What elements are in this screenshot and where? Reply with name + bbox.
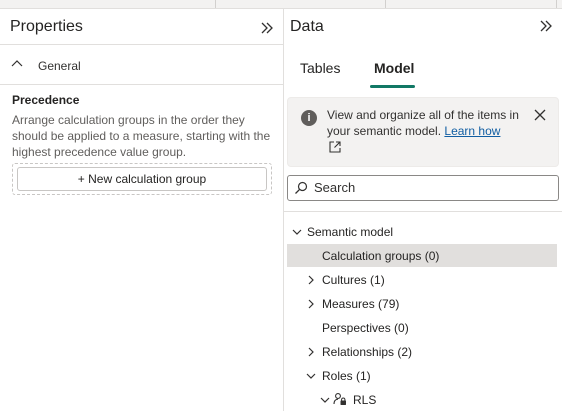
collapse-pane-icon[interactable] (258, 19, 276, 37)
role-lock-icon (333, 393, 346, 405)
close-icon[interactable] (533, 108, 547, 122)
tab-tables[interactable]: Tables (300, 60, 340, 76)
chevron-down-icon (320, 397, 330, 403)
tree-label: Cultures (1) (322, 273, 385, 287)
chevron-up-icon (11, 60, 23, 67)
precedence-description: Arrange calculation groups in the order … (12, 113, 271, 159)
section-label: General (38, 59, 81, 73)
search-input[interactable] (314, 178, 550, 196)
external-link-icon[interactable] (328, 140, 342, 154)
tree-item-roles[interactable]: Roles (1) (287, 364, 557, 387)
strip-divider (215, 0, 216, 8)
tree-item-perspectives[interactable]: Perspectives (0) (287, 316, 557, 339)
tree-label: Measures (79) (322, 297, 400, 311)
tree-label: Perspectives (0) (322, 321, 409, 335)
chevron-down-icon (292, 229, 302, 235)
data-title: Data (290, 18, 324, 35)
data-pane: Data Tables Model i View and organize al… (284, 8, 562, 411)
info-icon: i (301, 110, 317, 126)
tree-item-cultures[interactable]: Cultures (1) (287, 268, 557, 291)
chevron-right-icon (308, 299, 314, 309)
tab-model[interactable]: Model (374, 60, 414, 76)
tree-root-semantic-model[interactable]: Semantic model (287, 220, 557, 243)
tree-item-calculation-groups[interactable]: Calculation groups (0) (287, 244, 557, 267)
search-field[interactable] (287, 175, 559, 201)
tree-label: RLS (353, 393, 377, 407)
new-calculation-group-button[interactable]: + New calculation group (17, 167, 267, 191)
chevron-down-icon (306, 373, 316, 379)
chevron-right-icon (308, 275, 314, 285)
collapse-pane-icon[interactable] (537, 17, 555, 35)
properties-pane: Properties General Precedence Arrange ca… (0, 8, 283, 411)
search-icon (295, 181, 308, 194)
tree-label: Roles (1) (322, 369, 371, 383)
chevron-right-icon (308, 347, 314, 357)
strip-divider (556, 0, 557, 8)
active-tab-indicator (370, 85, 415, 88)
tree-item-measures[interactable]: Measures (79) (287, 292, 557, 315)
tree-item-relationships[interactable]: Relationships (2) (287, 340, 557, 363)
tree-label: Relationships (2) (322, 345, 413, 359)
divider (0, 84, 283, 85)
general-section-header[interactable]: General (0, 44, 283, 84)
tree-item-rls[interactable]: RLS (287, 388, 557, 411)
learn-how-link[interactable]: Learn how (444, 124, 500, 138)
info-banner: i View and organize all of the items in … (287, 97, 559, 167)
info-message: View and organize all of the items in yo… (327, 107, 523, 139)
divider (284, 211, 562, 212)
precedence-title: Precedence (12, 93, 80, 107)
strip-divider (385, 0, 386, 8)
tree-label: Semantic model (307, 225, 394, 239)
tree-label: Calculation groups (0) (322, 249, 440, 263)
properties-title: Properties (10, 18, 83, 35)
